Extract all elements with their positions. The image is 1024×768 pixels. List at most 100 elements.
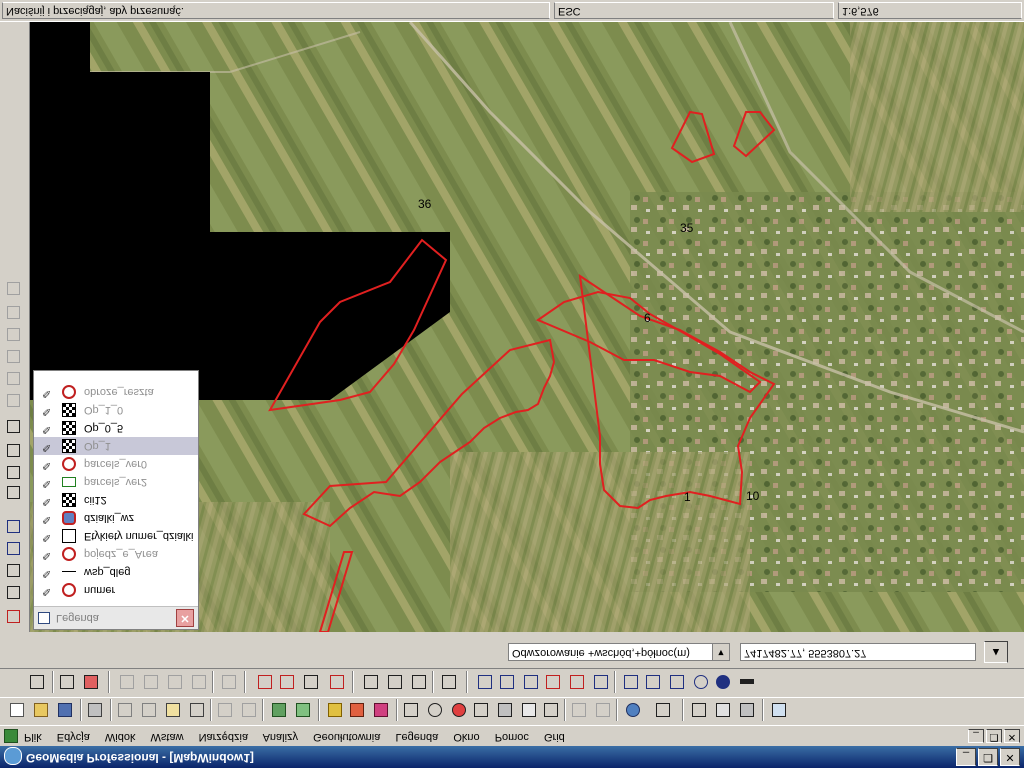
fit-window-icon[interactable] <box>494 699 516 721</box>
legend-item[interactable]: ✎ Etykiety numer_dzialki <box>34 527 198 545</box>
rows-icon[interactable] <box>164 671 186 693</box>
title-bar[interactable]: GeoMedia Professional - [MapWindow1] _ ❐… <box>0 746 1024 768</box>
menu-narzedzia[interactable]: Narzędzia <box>199 731 249 743</box>
display-icon[interactable] <box>568 699 590 721</box>
legend-item[interactable]: ✎ Op_0_5 <box>34 419 198 437</box>
pencil-icon[interactable]: ✎ <box>42 513 52 525</box>
snap-mid-icon[interactable] <box>4 416 24 436</box>
parcel-label-1[interactable]: 1 <box>684 490 691 504</box>
flip-icon[interactable] <box>4 346 24 366</box>
legend-item[interactable]: ✎ parcels_ver2 <box>34 473 198 491</box>
pencil-icon[interactable]: ✎ <box>42 423 52 435</box>
polyline-icon[interactable] <box>520 671 542 693</box>
legend-item[interactable]: ✎ dzialki_wz <box>34 509 198 527</box>
parcel-label-36[interactable]: 36 <box>418 197 432 211</box>
map-window-icon-btn[interactable] <box>768 699 790 721</box>
layer-icon[interactable] <box>324 699 346 721</box>
minimize-button[interactable]: _ <box>956 748 976 766</box>
menu-wstaw[interactable]: Wstaw <box>151 731 184 743</box>
corner-icon[interactable] <box>666 671 688 693</box>
mirror-icon[interactable] <box>4 324 24 344</box>
close-button[interactable]: ✕ <box>1000 748 1020 766</box>
pencil-icon[interactable]: ✎ <box>42 495 52 507</box>
pencil-icon[interactable]: ✎ <box>42 567 52 579</box>
columns-icon[interactable] <box>140 671 162 693</box>
fit-all-icon[interactable] <box>470 699 492 721</box>
move-feature-icon[interactable] <box>80 671 102 693</box>
rotate-icon[interactable] <box>4 390 24 410</box>
camera-icon[interactable] <box>186 699 208 721</box>
add-legend-icon[interactable] <box>268 699 290 721</box>
zoom-in-icon[interactable] <box>424 699 446 721</box>
vertex-move-icon[interactable] <box>384 671 406 693</box>
legend-item[interactable]: ✎ numer <box>34 581 198 599</box>
legend-item[interactable]: ✎ pojedz_e_Area <box>34 545 198 563</box>
geomedia-app-icon[interactable] <box>4 747 22 765</box>
pencil-icon[interactable]: ✎ <box>42 441 52 453</box>
legend-item[interactable]: ✎ obroze_reszta <box>34 383 198 401</box>
draw-arc-icon[interactable] <box>254 671 276 693</box>
map-window-icon[interactable] <box>4 729 18 743</box>
pencil-icon[interactable]: ✎ <box>42 459 52 471</box>
diagonal-icon[interactable] <box>642 671 664 693</box>
add-to-set-icon[interactable] <box>712 699 734 721</box>
pencil-icon[interactable]: ✎ <box>42 477 52 489</box>
display-properties-icon[interactable] <box>592 699 614 721</box>
pencil-icon[interactable]: ✎ <box>42 531 52 543</box>
table-icon[interactable] <box>116 671 138 693</box>
globe-icon[interactable] <box>622 699 644 721</box>
save-icon[interactable] <box>54 699 76 721</box>
zoom-out-icon[interactable] <box>448 699 470 721</box>
vertex-delete-icon[interactable] <box>408 671 430 693</box>
split-line-icon[interactable] <box>542 671 564 693</box>
refresh-icon[interactable] <box>540 699 562 721</box>
legend-close-button[interactable]: ✕ <box>176 609 194 627</box>
menu-legenda[interactable]: Legenda <box>395 731 438 743</box>
legend-item-selected[interactable]: ✎ Op_1 <box>34 437 198 455</box>
draw-angle-icon[interactable] <box>276 671 298 693</box>
pencil-icon[interactable]: ✎ <box>42 387 52 399</box>
cross-line-icon[interactable] <box>474 671 496 693</box>
pencil-icon[interactable]: ✎ <box>42 549 52 561</box>
filled-point-icon[interactable] <box>712 671 734 693</box>
import-icon[interactable] <box>218 671 240 693</box>
cut-icon[interactable] <box>114 699 136 721</box>
print-icon[interactable] <box>84 699 106 721</box>
paste-icon[interactable] <box>162 699 184 721</box>
select-set-icon[interactable] <box>688 699 710 721</box>
scale-icon[interactable] <box>4 302 24 322</box>
legend-item[interactable]: ✎ Op_1_0 <box>34 401 198 419</box>
snap-line-icon[interactable] <box>4 462 24 482</box>
delete-icon[interactable] <box>4 278 24 298</box>
text-tool-icon[interactable] <box>438 671 460 693</box>
edit-pencil-icon[interactable] <box>26 671 48 693</box>
export-icon[interactable] <box>188 671 210 693</box>
mdi-close-button[interactable]: ✕ <box>1004 729 1020 743</box>
redo-icon[interactable] <box>238 699 260 721</box>
mdi-restore-button[interactable]: ❐ <box>986 729 1002 743</box>
intersect-icon[interactable] <box>620 671 642 693</box>
label-tool-icon[interactable] <box>566 671 588 693</box>
spin-icon[interactable] <box>4 368 24 388</box>
info-icon[interactable] <box>652 699 674 721</box>
insert-text-icon[interactable] <box>4 560 24 580</box>
snap-end-icon[interactable] <box>4 440 24 460</box>
mdi-minimize-button[interactable]: _ <box>968 729 984 743</box>
trace-icon[interactable] <box>326 671 348 693</box>
remove-from-set-icon[interactable] <box>736 699 758 721</box>
snap-icon[interactable] <box>300 671 322 693</box>
new-icon[interactable] <box>6 699 28 721</box>
menu-okno[interactable]: Okno <box>453 731 479 743</box>
select-tool-icon[interactable] <box>400 699 422 721</box>
parcel-label-18[interactable]: 18 <box>356 355 370 369</box>
parcel-label-35[interactable]: 35 <box>680 221 694 235</box>
rectangle-icon[interactable] <box>736 671 758 693</box>
coordinate-go-button[interactable]: ▲ <box>984 641 1008 663</box>
menu-pomoc[interactable]: Pomoc <box>495 731 529 743</box>
projection-select[interactable]: Odwzorowanie +wschód,+północ(m) ▼ <box>508 643 730 661</box>
pan-icon[interactable] <box>518 699 540 721</box>
undo-icon[interactable] <box>214 699 236 721</box>
copy-icon[interactable] <box>138 699 160 721</box>
legend-item[interactable]: ✎ cii12 <box>34 491 198 509</box>
vertex-add-icon[interactable] <box>360 671 382 693</box>
